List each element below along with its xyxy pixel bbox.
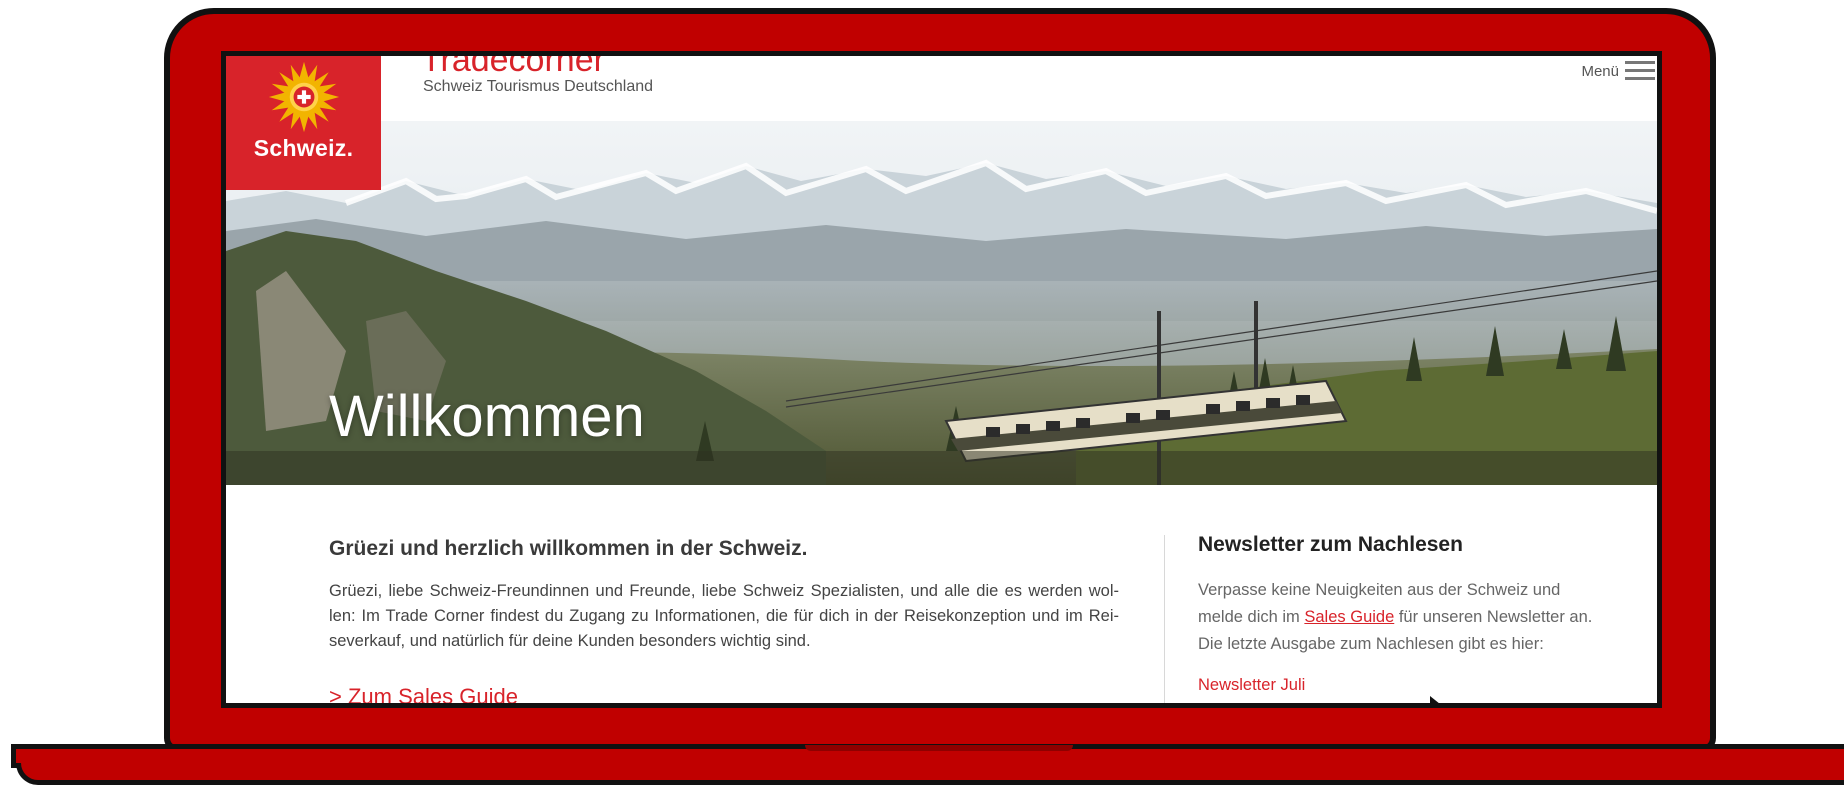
newsletter-juli-link[interactable]: Newsletter Juli bbox=[1198, 676, 1598, 695]
sales-guide-inline-link[interactable]: Sales Guide bbox=[1304, 608, 1394, 626]
site-header: Tradecorner Schweiz Tourismus Deutschlan… bbox=[226, 56, 1657, 121]
welcome-text: Grüezi, liebe Schweiz-Freundinnen und Fr… bbox=[329, 582, 1119, 650]
menu-button[interactable]: Menü bbox=[1581, 59, 1655, 83]
hero-title: Willkommen bbox=[329, 384, 645, 449]
mouse-pointer-icon bbox=[1430, 696, 1440, 708]
site-subtitle: Schweiz Tourismus Deutschland bbox=[423, 78, 654, 95]
schweiz-logo[interactable]: Schweiz. bbox=[226, 56, 381, 190]
hero-banner: Willkommen bbox=[226, 121, 1657, 485]
hamburger-icon[interactable] bbox=[1625, 59, 1655, 83]
welcome-column: Grüezi und herzlich willkommen in der Sc… bbox=[329, 537, 1119, 703]
welcome-heading: Grüezi und herzlich willkommen in der Sc… bbox=[329, 537, 808, 560]
column-divider bbox=[1164, 535, 1165, 703]
laptop-base-edge bbox=[16, 763, 1844, 785]
swiss-flower-icon bbox=[268, 61, 339, 133]
newsletter-heading: Newsletter zum Nachlesen bbox=[1198, 533, 1463, 556]
logo-text: Schweiz. bbox=[253, 135, 354, 161]
sales-guide-link[interactable]: > Zum Sales Guide bbox=[329, 684, 1119, 703]
newsletter-column: Newsletter zum Nachlesen Verpasse keine … bbox=[1198, 533, 1598, 695]
laptop-notch bbox=[805, 745, 1073, 751]
newsletter-text: Verpasse keine Neuigkeiten aus der Schwe… bbox=[1198, 577, 1598, 658]
laptop-screen: Tradecorner Schweiz Tourismus Deutschlan… bbox=[221, 51, 1662, 708]
site-title[interactable]: Tradecorner bbox=[421, 56, 605, 80]
content-section: Grüezi und herzlich willkommen in der Sc… bbox=[226, 485, 1657, 703]
menu-label: Menü bbox=[1581, 62, 1619, 80]
